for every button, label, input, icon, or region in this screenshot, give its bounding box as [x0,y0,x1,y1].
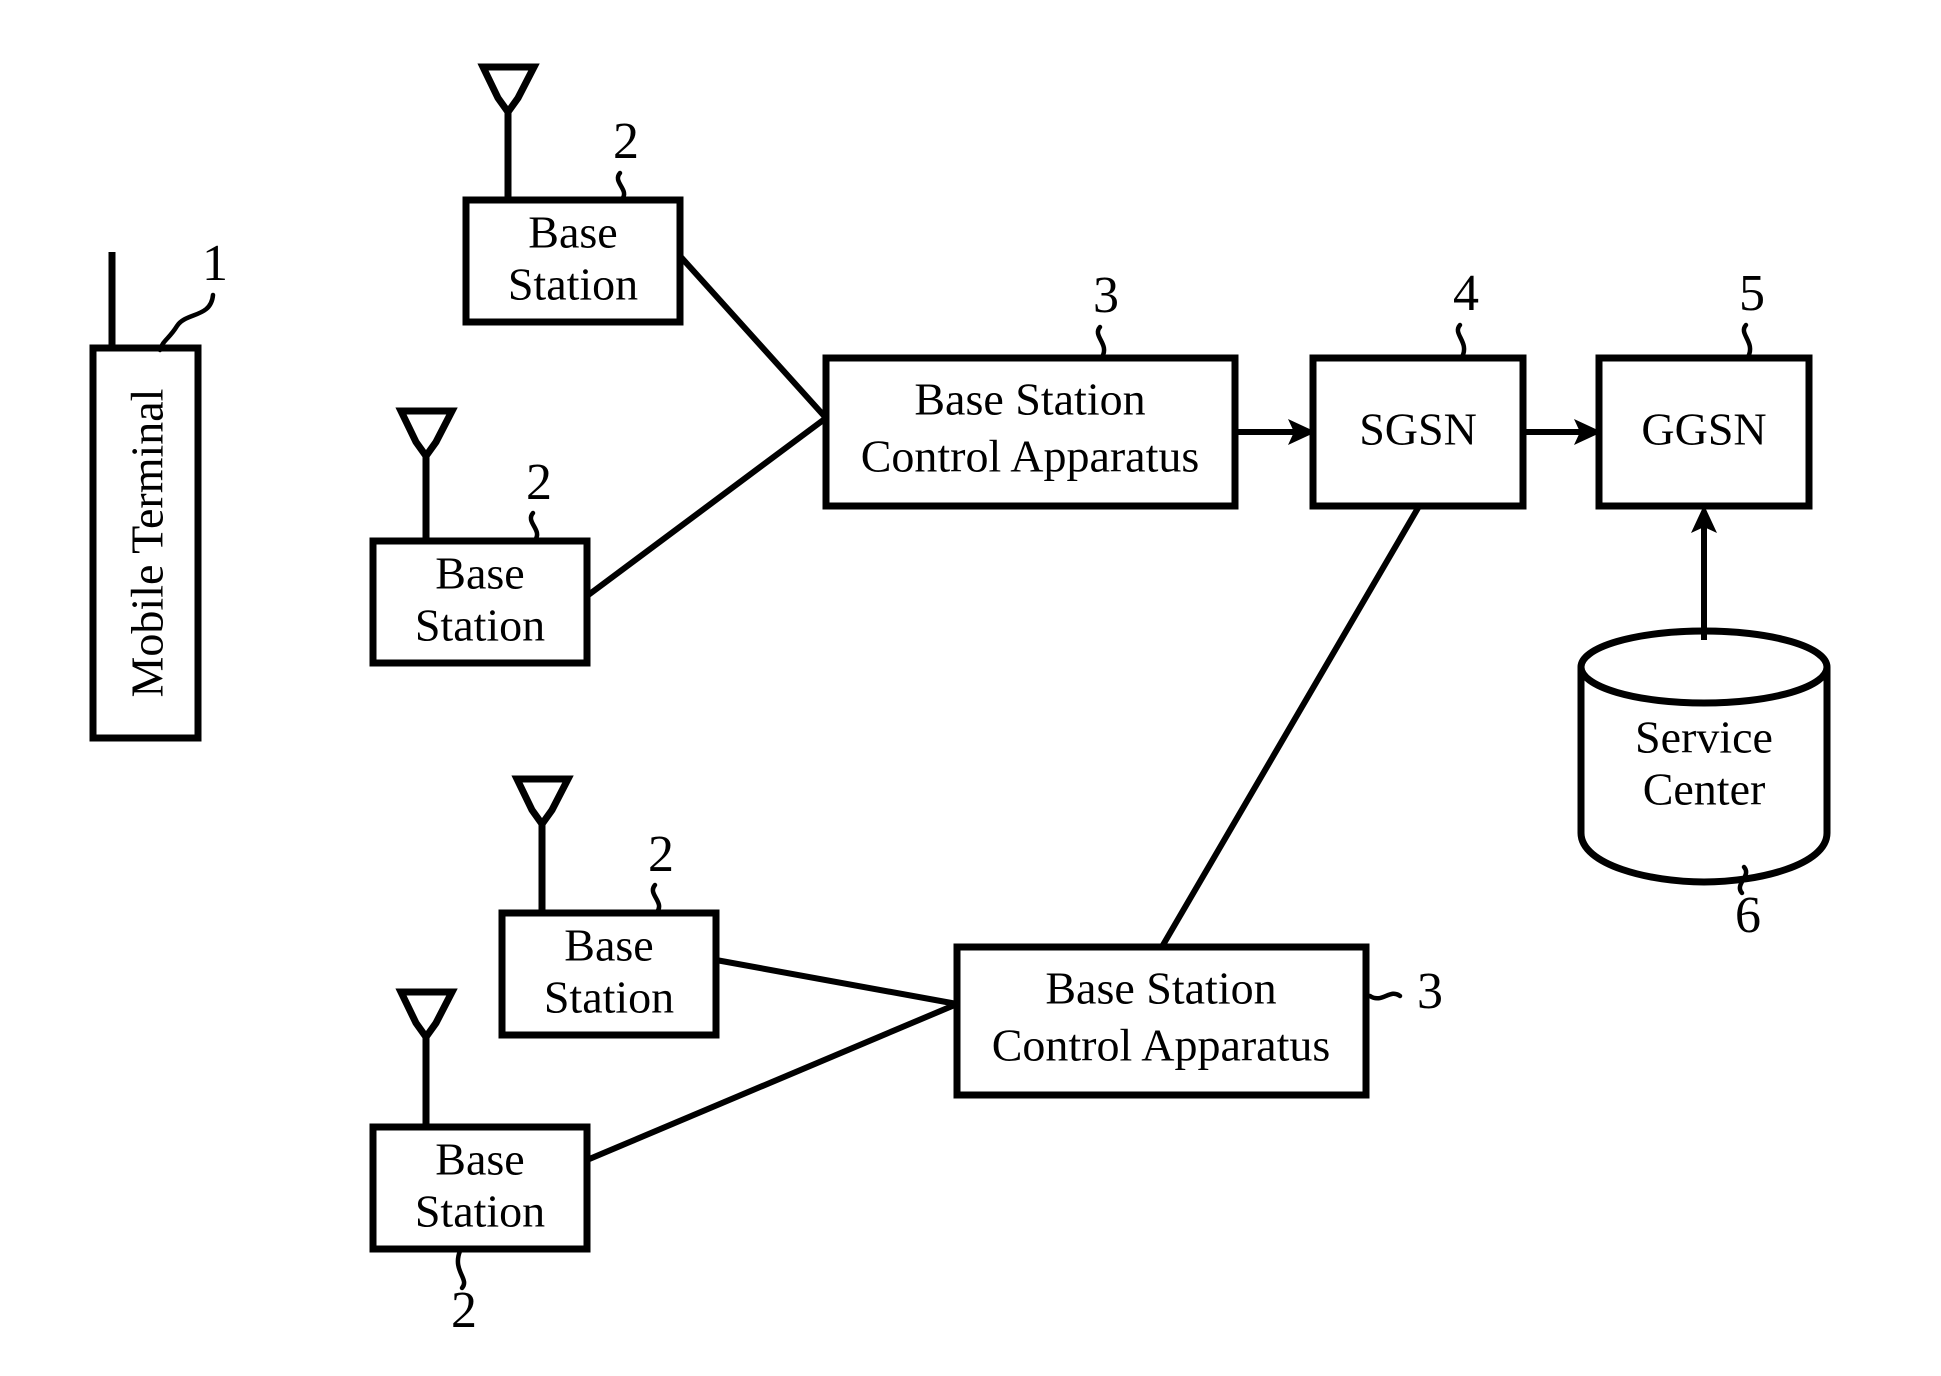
ref-callout-2a: 2 [613,113,639,202]
arrow-sgsn-to-ggsn [1523,419,1602,445]
ref-callout-1: 1 [157,235,228,353]
network-diagram-canvas: Mobile Terminal 1 Base Station 2 Base St… [89,63,1831,1339]
bsc-lower-label-line1: Base Station [1045,963,1276,1014]
mobile-terminal-node[interactable]: Mobile Terminal [89,252,202,742]
ref-callout-3b: 3 [1367,963,1443,1020]
ref-number-2d: 2 [451,1282,477,1339]
ref-callout-5: 5 [1739,265,1765,360]
ref-number-2c: 2 [648,826,674,883]
ggsn-label: GGSN [1641,404,1766,455]
base-station-4-label-line2: Station [415,1186,545,1237]
base-station-2-label-line1: Base [435,548,524,599]
leader-line-1 [157,292,216,353]
ref-callout-2b: 2 [526,454,552,543]
service-center-label-line2: Center [1643,764,1766,815]
arrow-bsc-to-sgsn [1235,419,1316,445]
antenna-triangle-icon-1 [477,63,540,119]
service-center-node[interactable]: Service Center [1577,627,1831,886]
bsc-lower-node[interactable]: Base Station Control Apparatus [953,943,1370,1099]
antenna-triangle-icon-2 [395,407,458,463]
ref-callout-2c: 2 [648,826,674,915]
antenna-triangle-icon-3 [511,775,574,831]
base-station-2-node[interactable]: Base Station [369,407,591,667]
ref-number-3b: 3 [1417,963,1443,1020]
base-station-1-label-line2: Station [508,259,638,310]
ref-number-4: 4 [1453,265,1479,322]
base-station-1-node[interactable]: Base Station [462,63,684,326]
ref-number-3a: 3 [1093,267,1119,324]
connector-bs1-to-bsc-upper [677,253,829,421]
ref-number-6: 6 [1735,887,1761,944]
base-station-3-label-line1: Base [564,920,653,971]
bsc-lower-label-line2: Control Apparatus [992,1020,1331,1071]
leader-line-2b [528,510,540,543]
antenna-triangle-icon-4 [395,988,458,1044]
sgsn-node[interactable]: SGSN [1309,354,1527,510]
base-station-1-label-line1: Base [528,207,617,258]
leader-line-2a [615,170,627,202]
connector-bs3-to-bsc-lower [715,957,958,1007]
service-center-cylinder-top [1577,627,1831,707]
bsc-upper-label-line2: Control Apparatus [861,431,1200,482]
patent-figure: Mobile Terminal 1 Base Station 2 Base St… [0,0,1941,1376]
ggsn-node[interactable]: GGSN [1595,354,1813,510]
ref-callout-3a: 3 [1093,267,1119,360]
ref-number-2a: 2 [613,113,639,170]
leader-line-2c [650,882,662,915]
ref-callout-2d: 2 [451,1248,477,1339]
leader-line-4 [1455,322,1467,360]
base-station-3-label-line2: Station [544,972,674,1023]
base-station-2-label-line2: Station [415,600,545,651]
connector-bsc-lower-to-sgsn [1160,506,1421,947]
ref-number-1: 1 [202,235,228,292]
sgsn-label: SGSN [1359,404,1477,455]
connector-bs2-to-bsc-upper [585,415,828,599]
arrow-service-center-to-ggsn [1691,505,1717,640]
leader-line-3a [1095,324,1107,360]
base-station-4-label-line1: Base [435,1134,524,1185]
leader-line-5 [1741,322,1753,360]
ref-callout-4: 4 [1453,265,1479,360]
ref-number-5: 5 [1739,265,1765,322]
service-center-label-line1: Service [1635,712,1773,763]
base-station-3-node[interactable]: Base Station [498,775,720,1039]
bsc-upper-label-line1: Base Station [914,374,1145,425]
ref-number-2b: 2 [526,454,552,511]
bsc-upper-node[interactable]: Base Station Control Apparatus [822,354,1239,510]
leader-line-3b [1367,991,1403,1001]
mobile-terminal-label: Mobile Terminal [122,389,173,698]
